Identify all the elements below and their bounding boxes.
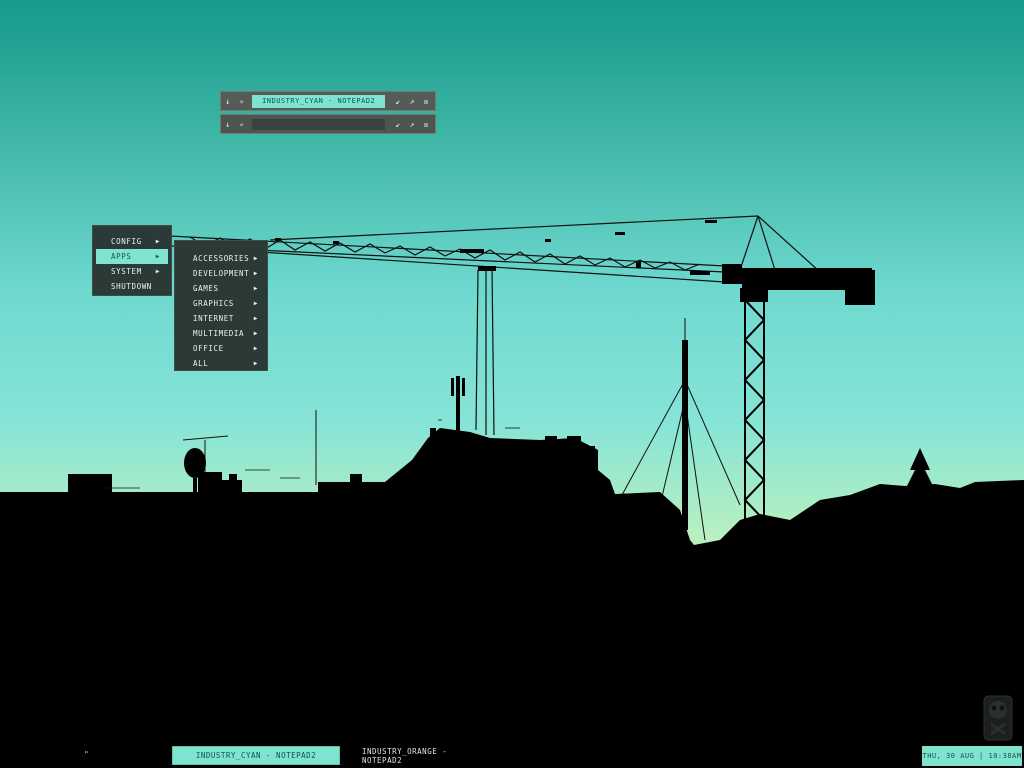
submenu-arrow-icon: ▶: [155, 268, 160, 275]
menu-item-multimedia[interactable]: multimedia ▶: [175, 326, 267, 341]
menu-item-config[interactable]: config ▶: [96, 234, 168, 249]
root-menu: config ▶ apps ▶ system ▶ shutdown: [92, 225, 172, 296]
submenu-arrow-icon: ▶: [253, 360, 258, 367]
menu-item-graphics[interactable]: graphics ▶: [175, 296, 267, 311]
menu-item-label: graphics: [193, 299, 234, 308]
window-title[interactable]: [252, 118, 385, 130]
close-button[interactable]: ☒: [419, 94, 433, 108]
desktop-pager[interactable]: ": [84, 750, 89, 759]
close-button[interactable]: ☒: [419, 117, 433, 131]
trash-can-icon[interactable]: [983, 694, 1013, 742]
menu-item-label: system: [111, 267, 142, 276]
shade-button[interactable]: ↓: [221, 94, 235, 108]
clock[interactable]: thu, 30 aug | 10:38am: [922, 746, 1022, 766]
menu-item-label: development: [193, 269, 250, 278]
menu-item-label: accessories: [193, 254, 250, 263]
submenu-arrow-icon: ▶: [253, 255, 258, 262]
menu-item-system[interactable]: system ▶: [96, 264, 168, 279]
submenu-arrow-icon: ▶: [253, 330, 258, 337]
taskbar: " industry_cyan - notepad2 industry_oran…: [0, 744, 1024, 768]
apps-submenu: accessories ▶ development ▶ games ▶ grap…: [174, 240, 268, 371]
maximize-button[interactable]: ↗: [405, 117, 419, 131]
submenu-arrow-icon: ▶: [155, 253, 160, 260]
menu-item-accessories[interactable]: accessories ▶: [175, 251, 267, 266]
desktop-wallpaper: [0, 215, 1024, 768]
window-title[interactable]: industry_cyan - notepad2: [252, 94, 385, 108]
menu-item-internet[interactable]: internet ▶: [175, 311, 267, 326]
menu-item-label: config: [111, 237, 142, 246]
task-industry-orange[interactable]: industry_orange - notepad2: [362, 746, 490, 765]
maximize-button[interactable]: ↗: [405, 94, 419, 108]
menu-item-all[interactable]: all ▶: [175, 356, 267, 371]
task-industry-cyan[interactable]: industry_cyan - notepad2: [172, 746, 340, 765]
menu-item-office[interactable]: office ▶: [175, 341, 267, 356]
submenu-arrow-icon: ▶: [253, 315, 258, 322]
menu-item-label: all: [193, 359, 209, 368]
window-titlebar-industry-orange[interactable]: ↓ ✧ ↙ ↗ ☒: [220, 114, 436, 134]
shade-button[interactable]: ↓: [221, 117, 235, 131]
desktop[interactable]: ↓ ✧ industry_cyan - notepad2 ↙ ↗ ☒ ↓ ✧ ↙…: [0, 0, 1024, 768]
iconify-button[interactable]: ↙: [391, 94, 405, 108]
window-titlebar-industry-cyan[interactable]: ↓ ✧ industry_cyan - notepad2 ↙ ↗ ☒: [220, 91, 436, 111]
menu-item-label: multimedia: [193, 329, 245, 338]
menu-item-development[interactable]: development ▶: [175, 266, 267, 281]
menu-item-label: office: [193, 344, 224, 353]
submenu-arrow-icon: ▶: [253, 345, 258, 352]
menu-item-label: apps: [111, 252, 132, 261]
submenu-arrow-icon: ▶: [253, 285, 258, 292]
iconify-button[interactable]: ↙: [391, 117, 405, 131]
menu-item-label: internet: [193, 314, 234, 323]
submenu-arrow-icon: ▶: [155, 238, 160, 245]
sticky-button[interactable]: ✧: [235, 117, 249, 131]
submenu-arrow-icon: ▶: [253, 270, 258, 277]
menu-item-apps[interactable]: apps ▶: [96, 249, 168, 264]
menu-item-games[interactable]: games ▶: [175, 281, 267, 296]
sticky-button[interactable]: ✧: [235, 94, 249, 108]
menu-item-shutdown[interactable]: shutdown: [96, 279, 168, 294]
menu-item-label: games: [193, 284, 219, 293]
menu-item-label: shutdown: [111, 282, 152, 291]
submenu-arrow-icon: ▶: [253, 300, 258, 307]
